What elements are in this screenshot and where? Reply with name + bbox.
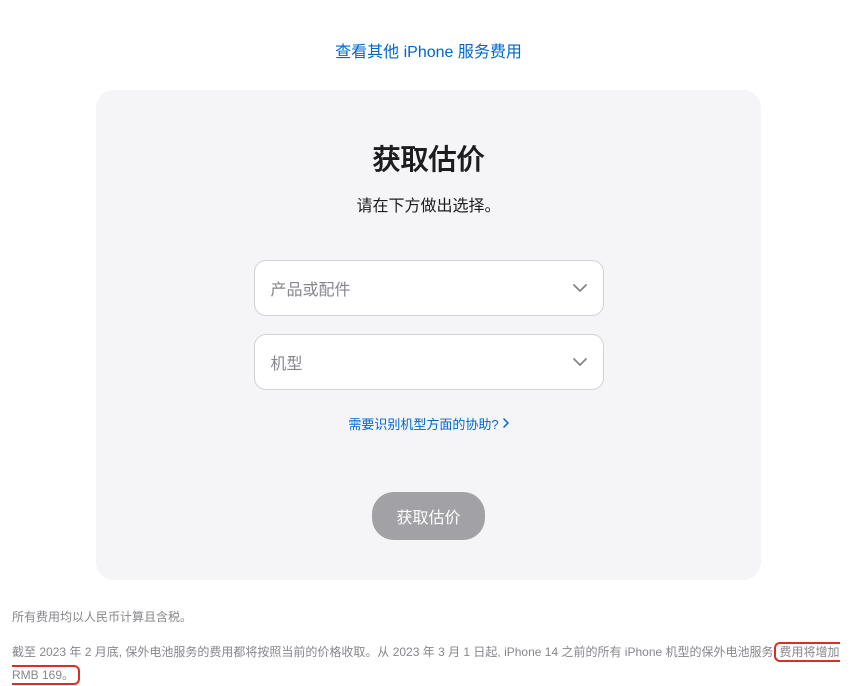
chevron-down-icon	[573, 353, 587, 371]
chevron-down-icon	[573, 279, 587, 297]
model-select-placeholder: 机型	[271, 350, 303, 374]
help-link-label: 需要识别机型方面的协助?	[348, 414, 498, 433]
product-select[interactable]: 产品或配件	[254, 260, 604, 316]
footer-text: 所有费用均以人民币计算且含税。 截至 2023 年 2 月底, 保外电池服务的费…	[0, 580, 857, 686]
model-select[interactable]: 机型	[254, 334, 604, 390]
product-select-placeholder: 产品或配件	[271, 276, 351, 300]
card-title: 获取估价	[136, 138, 721, 178]
chevron-right-icon	[503, 416, 509, 431]
footer-line-1: 所有费用均以人民币计算且含税。	[12, 606, 845, 629]
top-link-container: 查看其他 iPhone 服务费用	[0, 0, 857, 90]
product-select-wrapper: 产品或配件	[254, 260, 604, 316]
footer-line-2-text: 截至 2023 年 2 月底, 保外电池服务的费用都将按照当前的价格收取。从 2…	[12, 645, 774, 659]
get-estimate-button[interactable]: 获取估价	[372, 492, 484, 540]
identify-model-help-link[interactable]: 需要识别机型方面的协助?	[348, 414, 508, 433]
view-other-services-link[interactable]: 查看其他 iPhone 服务费用	[335, 44, 522, 61]
estimate-card: 获取估价 请在下方做出选择。 产品或配件 机型	[96, 90, 761, 580]
model-select-wrapper: 机型	[254, 334, 604, 390]
card-subtitle: 请在下方做出选择。	[136, 192, 721, 216]
footer-line-2: 截至 2023 年 2 月底, 保外电池服务的费用都将按照当前的价格收取。从 2…	[12, 641, 845, 686]
